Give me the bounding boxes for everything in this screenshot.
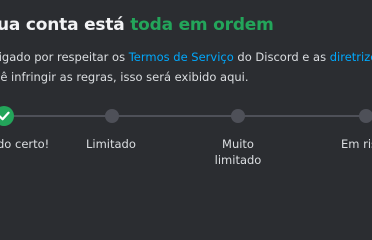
title-prefix: ua conta está: [0, 15, 131, 35]
community-guidelines-link[interactable]: diretrizes: [330, 50, 372, 64]
status-step-very-limited: [231, 109, 245, 123]
status-progress-track: [0, 115, 372, 117]
description-line-1: rigado por respeitar os Termos de Serviç…: [0, 47, 372, 67]
status-step-label: Limitado: [86, 137, 136, 151]
status-step-label: Muito limitado: [214, 137, 262, 167]
status-step-limited: [105, 109, 119, 123]
status-step-label: Em ris: [341, 137, 372, 151]
status-description: rigado por respeitar os Termos de Serviç…: [0, 47, 372, 87]
status-step-at-risk: [359, 109, 372, 123]
status-step-label: do certo!: [0, 137, 50, 151]
description-text: do Discord e as: [233, 50, 330, 64]
status-step-all-good: [0, 106, 14, 126]
account-status-title: ua conta está toda em ordem: [0, 14, 274, 36]
checkmark-icon: [0, 111, 10, 121]
title-status-highlight: toda em ordem: [130, 15, 274, 35]
description-line-2: cê infringir as regras, isso será exibid…: [0, 70, 249, 84]
description-text: rigado por respeitar os: [0, 50, 129, 64]
terms-of-service-link[interactable]: Termos de Serviço: [129, 50, 234, 64]
